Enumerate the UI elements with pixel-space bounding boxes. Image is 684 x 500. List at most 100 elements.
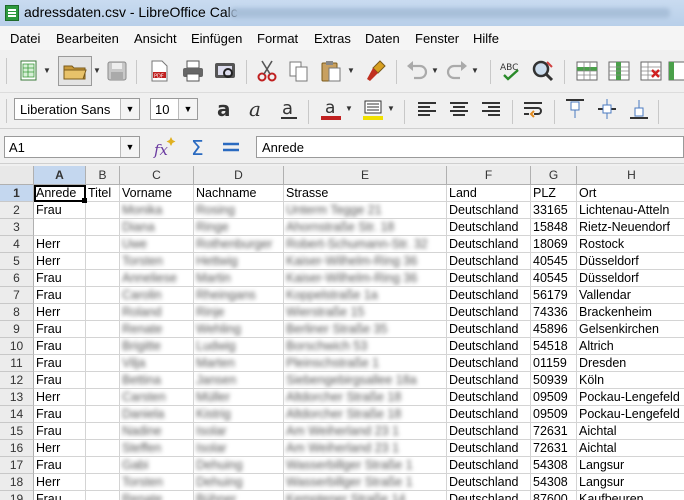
table-cell[interactable]: Herr [34,440,86,457]
save-icon[interactable] [104,58,130,84]
table-cell[interactable]: 01159 [531,355,577,372]
table-cell[interactable]: Altrich [577,338,684,355]
row-header-2[interactable]: 2 [0,202,34,219]
row-header-3[interactable]: 3 [0,219,34,236]
table-cell[interactable] [86,406,120,423]
align-center-icon[interactable] [446,96,472,122]
header-cell[interactable]: Ort [577,185,684,202]
table-cell[interactable]: Frau [34,270,86,287]
table-cell[interactable]: Wierstraße 15 [284,304,447,321]
italic-icon[interactable]: a [244,96,270,122]
table-cell[interactable]: Ludwig [194,338,284,355]
table-cell[interactable]: Gabi [120,457,194,474]
table-cell[interactable]: Koppelstraße 1a [284,287,447,304]
table-cell[interactable]: Frau [34,202,86,219]
table-cell[interactable]: Steffen [120,440,194,457]
row-header-15[interactable]: 15 [0,423,34,440]
paste-dropdown-icon[interactable]: ▼ [346,58,356,84]
table-cell[interactable]: Wehling [194,321,284,338]
table-cell[interactable]: Langsur [577,457,684,474]
table-cell[interactable]: Kaiser-Wilhelm-Ring 36 [284,270,447,287]
column-header-f[interactable]: F [447,166,531,185]
column-header-g[interactable]: G [531,166,577,185]
table-cell[interactable]: Nadine [120,423,194,440]
table-cell[interactable]: Deutschland [447,389,531,406]
row-header-4[interactable]: 4 [0,236,34,253]
header-cell[interactable]: PLZ [531,185,577,202]
menu-datei[interactable]: Datei [10,31,40,46]
table-cell[interactable] [86,338,120,355]
table-cell[interactable]: Deutschland [447,406,531,423]
table-cell[interactable]: Frau [34,338,86,355]
table-cell[interactable]: 40545 [531,253,577,270]
table-cell[interactable]: Deutschland [447,219,531,236]
export-pdf-icon[interactable]: PDF [146,58,172,84]
table-cell[interactable] [86,321,120,338]
table-cell[interactable]: Monika [120,202,194,219]
open-dropdown-icon[interactable]: ▼ [92,58,102,84]
table-cell[interactable]: Torsten [120,474,194,491]
table-cell[interactable] [86,253,120,270]
column-header-d[interactable]: D [194,166,284,185]
copy-icon[interactable] [286,58,312,84]
table-cell[interactable] [86,389,120,406]
table-cell[interactable]: 09509 [531,406,577,423]
table-cell[interactable]: Langsur [577,474,684,491]
align-left-icon[interactable] [414,96,440,122]
table-cell[interactable]: Kistrig [194,406,284,423]
table-cell[interactable]: Brigitte [120,338,194,355]
row-header-7[interactable]: 7 [0,287,34,304]
underline-icon[interactable]: a [276,96,302,122]
row-header-6[interactable]: 6 [0,270,34,287]
column-icon[interactable] [606,58,632,84]
font-name-dropdown-icon[interactable]: ▼ [120,99,139,119]
table-cell[interactable]: Rothenburger [194,236,284,253]
redo-icon[interactable] [444,58,470,84]
row-header-18[interactable]: 18 [0,474,34,491]
table-cell[interactable]: Carolin [120,287,194,304]
column-header-b[interactable]: B [86,166,120,185]
sum-icon[interactable]: Σ [186,134,212,160]
print-preview-icon[interactable] [212,58,238,84]
table-cell[interactable]: Siebengebirgsallee 18a [284,372,447,389]
table-cell[interactable]: Renate [120,321,194,338]
row-header-12[interactable]: 12 [0,372,34,389]
table-cell[interactable] [86,491,120,500]
table-cell[interactable]: Deutschland [447,202,531,219]
table-cell[interactable] [86,236,120,253]
table-cell[interactable]: Lichtenau-Atteln [577,202,684,219]
table-cell[interactable]: Aichtal [577,423,684,440]
new-dropdown-icon[interactable]: ▼ [42,58,52,84]
table-cell[interactable] [86,219,120,236]
bold-icon[interactable]: a [212,96,238,122]
table-cell[interactable]: Herr [34,253,86,270]
table-cell[interactable]: Deutschland [447,338,531,355]
table-cell[interactable]: 40545 [531,270,577,287]
table-cell[interactable]: 72631 [531,423,577,440]
table-cell[interactable]: 54518 [531,338,577,355]
table-cell[interactable]: Gelsenkirchen [577,321,684,338]
table-cell[interactable]: Daniela [120,406,194,423]
table-cell[interactable]: 74336 [531,304,577,321]
table-cell[interactable]: Deutschland [447,304,531,321]
redo-dropdown-icon[interactable]: ▼ [470,58,480,84]
table-cell[interactable]: 54308 [531,474,577,491]
table-cell[interactable]: Carsten [120,389,194,406]
table-cell[interactable]: Dehuing [194,457,284,474]
row-header-9[interactable]: 9 [0,321,34,338]
undo-dropdown-icon[interactable]: ▼ [430,58,440,84]
table-cell[interactable]: 54308 [531,457,577,474]
table-cell[interactable]: Am Weiherland 23 1 [284,440,447,457]
spelling-icon[interactable]: ABC [498,58,524,84]
table-cell[interactable]: Deutschland [447,440,531,457]
table-cell[interactable]: Frau [34,287,86,304]
table-cell[interactable]: Deutschland [447,355,531,372]
table-cell[interactable]: Deutschland [447,270,531,287]
menu-format[interactable]: Format [257,31,298,46]
table-cell[interactable]: Ahornstraße Str. 18 [284,219,447,236]
table-cell[interactable]: Rietz-Neuendorf [577,219,684,236]
table-cell[interactable]: Brackenheim [577,304,684,321]
table-cell[interactable]: 09509 [531,389,577,406]
row-header-14[interactable]: 14 [0,406,34,423]
table-cell[interactable]: Uwe [120,236,194,253]
